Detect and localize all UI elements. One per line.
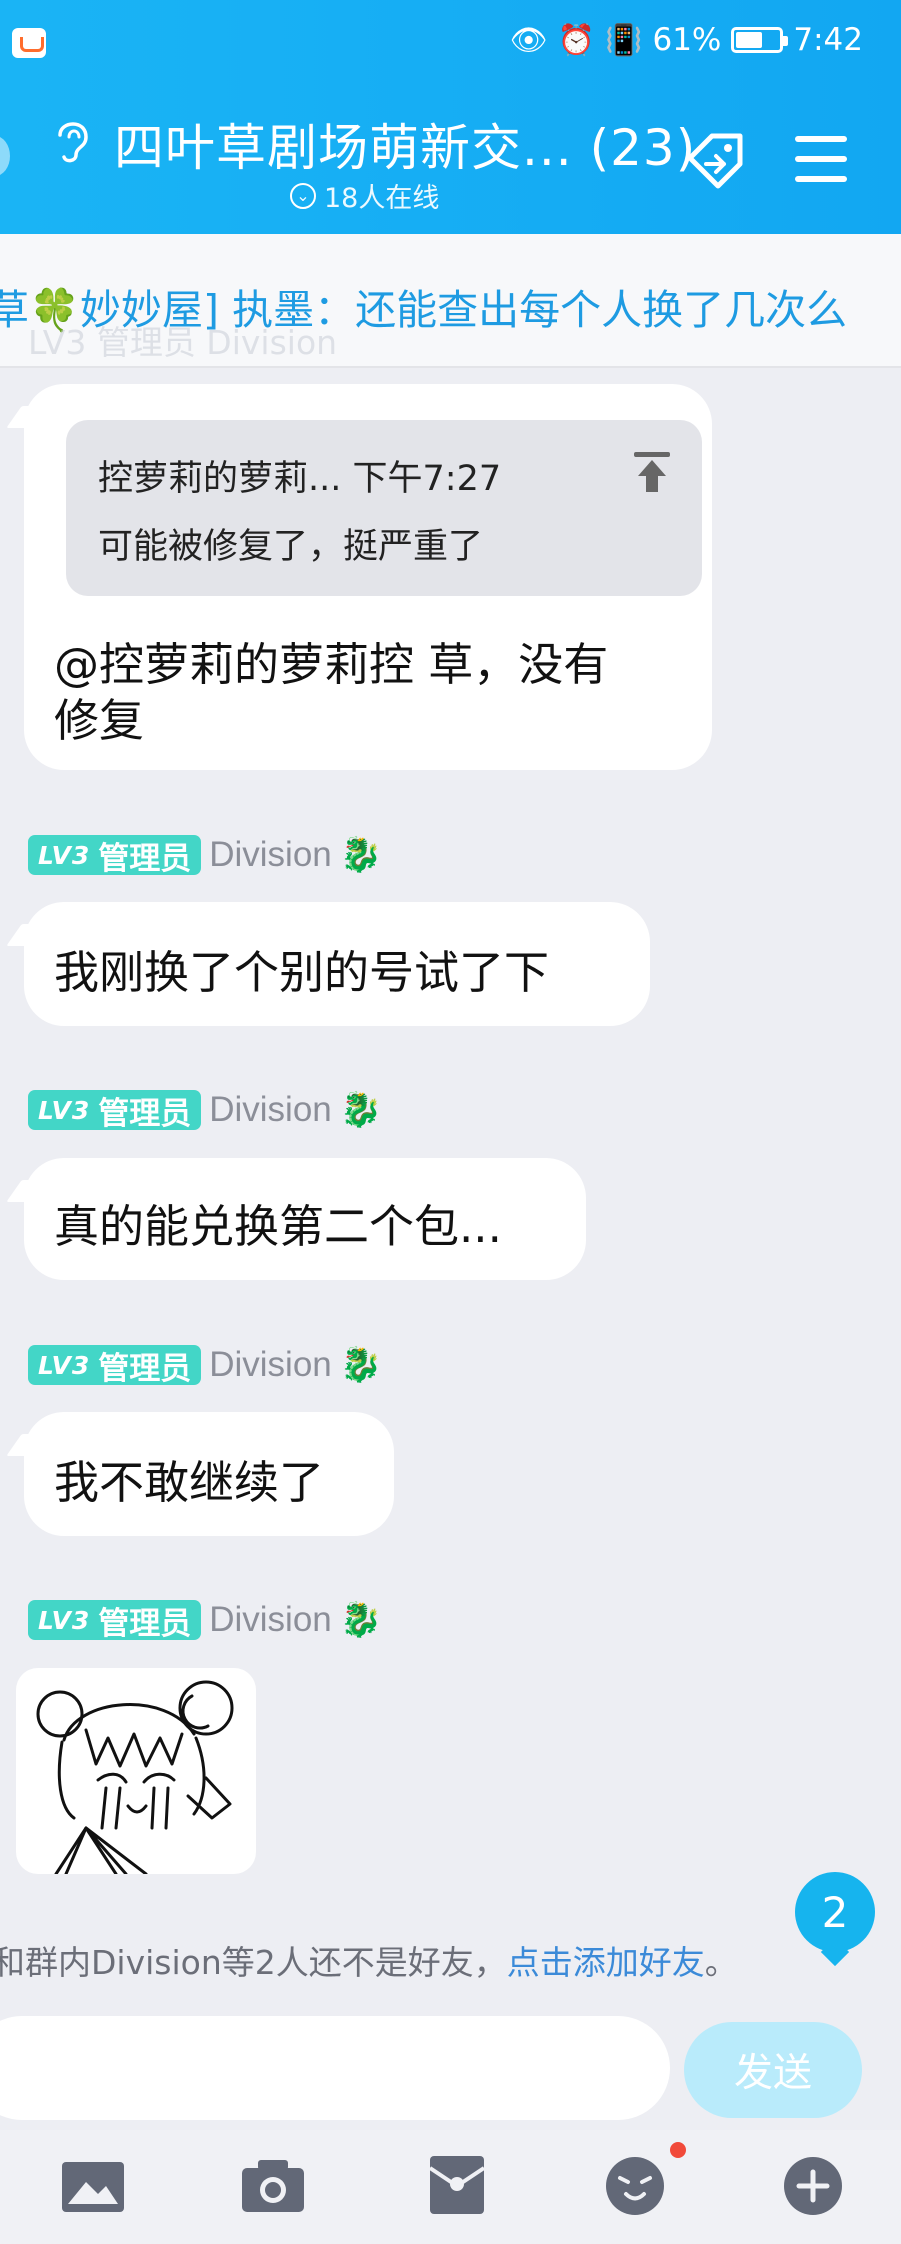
- role-text: 管理员: [98, 1095, 192, 1132]
- message-text: 我刚换了个别的号试了下: [54, 946, 550, 999]
- dragon-icon: 🐉: [339, 1345, 383, 1385]
- add-friend-tip: 和群内Division等2人还不是好友，点击添加好友。: [0, 1936, 738, 1984]
- plus-icon[interactable]: [780, 2154, 846, 2216]
- sender-name: Division: [209, 1345, 332, 1384]
- message-bubble[interactable]: 真的能兑换第二个包...: [24, 1158, 586, 1280]
- group-title[interactable]: 四叶草剧场萌新交... (23): [114, 108, 696, 180]
- level-text: LV3: [38, 1605, 91, 1635]
- dragon-icon: 🐉: [339, 1600, 383, 1640]
- message-text: 修复: [54, 694, 145, 747]
- vibrate-icon: 📳: [605, 22, 643, 58]
- quoted-message[interactable]: 控萝莉的萝莉... 下午7:27 可能被修复了，挺严重了: [66, 420, 702, 596]
- menu-icon[interactable]: [795, 136, 847, 182]
- level-text: LV3: [38, 1350, 91, 1380]
- quote-author: 控萝莉的萝莉...: [98, 459, 342, 499]
- new-indicator-dot: [670, 2142, 686, 2158]
- sender-row[interactable]: LV3 管理员 Division 🐉: [28, 1599, 383, 1642]
- quote-header: 控萝莉的萝莉... 下午7:27: [98, 450, 501, 501]
- image-icon[interactable]: [60, 2154, 126, 2216]
- ear-icon[interactable]: [52, 115, 92, 176]
- message-input[interactable]: [0, 2016, 670, 2120]
- eye-icon: 👁: [509, 22, 548, 58]
- unread-count-badge[interactable]: 2: [795, 1872, 875, 1952]
- online-text: 18人在线: [324, 183, 440, 214]
- friend-tip-end: 。: [704, 1943, 738, 1982]
- menu-line: [795, 156, 847, 162]
- level-text: LV3: [38, 840, 91, 870]
- battery-fill: [736, 32, 762, 48]
- level-badge: LV3 管理员: [28, 1345, 202, 1387]
- clock: 7:42: [793, 22, 863, 58]
- alarm-icon: ⏰: [557, 22, 596, 58]
- role-text: 管理员: [98, 1350, 192, 1387]
- message-bubble[interactable]: 我不敢继续了: [24, 1412, 394, 1536]
- menu-line: [795, 136, 847, 142]
- sender-row[interactable]: LV3 管理员 Division 🐉: [28, 1344, 383, 1387]
- sticker-drawing: [36, 1680, 234, 1874]
- ear-icon-svg: [58, 122, 88, 163]
- bottom-toolbar: [0, 2130, 901, 2244]
- pin-top-icon[interactable]: [632, 450, 672, 494]
- quote-text: 可能被修复了，挺严重了: [98, 527, 484, 567]
- role-text: 管理员: [98, 840, 192, 877]
- level-badge: LV3 管理员: [28, 835, 202, 877]
- camera-icon[interactable]: [240, 2154, 306, 2216]
- crying-girl-sticker[interactable]: [16, 1668, 256, 1874]
- sender-name: Division: [209, 1090, 332, 1129]
- sender-row[interactable]: LV3 管理员 Division 🐉: [28, 1089, 383, 1132]
- message-text: 我不敢继续了: [54, 1456, 325, 1509]
- notice-ghost-sender: LV3 管理员 Division: [28, 323, 338, 362]
- add-friend-link[interactable]: 点击添加好友: [507, 1943, 705, 1982]
- quote-time: 下午7:27: [352, 459, 502, 499]
- friend-tip-text: 和群内Division等2人还不是好友，: [0, 1943, 507, 1982]
- status-icons: 👁 ⏰ 📳 61% 7:42: [510, 22, 863, 58]
- message-text: 真的能兑换第二个包...: [54, 1200, 502, 1253]
- dragon-icon: 🐉: [339, 835, 383, 875]
- app-notification-icon: [12, 28, 46, 58]
- sender-name: Division: [209, 1600, 332, 1639]
- send-button[interactable]: 发送: [684, 2022, 862, 2118]
- online-count[interactable]: ⌄ 18人在线: [290, 176, 439, 215]
- message-bubble[interactable]: 控萝莉的萝莉... 下午7:27 可能被修复了，挺严重了 @控萝莉的萝莉控 草，…: [24, 384, 712, 770]
- sender-name: Division: [209, 835, 332, 874]
- role-text: 管理员: [98, 1605, 192, 1642]
- level-badge: LV3 管理员: [28, 1090, 202, 1132]
- dragon-icon: 🐉: [339, 1090, 383, 1130]
- sender-row[interactable]: LV3 管理员 Division 🐉: [28, 834, 383, 877]
- battery-icon: [731, 27, 789, 53]
- red-packet-icon[interactable]: [424, 2154, 490, 2216]
- scrolling-notice[interactable]: 草🍀妙妙屋] 执墨：还能查出每个人换了几次么 LV3 管理员 Division: [0, 234, 901, 368]
- message-bubble[interactable]: 我刚换了个别的号试了下: [24, 902, 650, 1026]
- level-badge: LV3 管理员: [28, 1600, 202, 1642]
- menu-line: [795, 176, 847, 182]
- emoji-icon[interactable]: [602, 2154, 668, 2216]
- group-tag-icon[interactable]: [682, 128, 752, 190]
- back-button[interactable]: [0, 136, 10, 176]
- chevron-down-icon: ⌄: [290, 182, 316, 209]
- chat-header: 👁 ⏰ 📳 61% 7:42 四叶草剧场萌新交... (23) ⌄ 18人在线: [0, 0, 901, 234]
- battery-percent: 61%: [652, 22, 722, 58]
- status-bar: 👁 ⏰ 📳 61% 7:42: [0, 0, 901, 86]
- level-text: LV3: [38, 1095, 91, 1125]
